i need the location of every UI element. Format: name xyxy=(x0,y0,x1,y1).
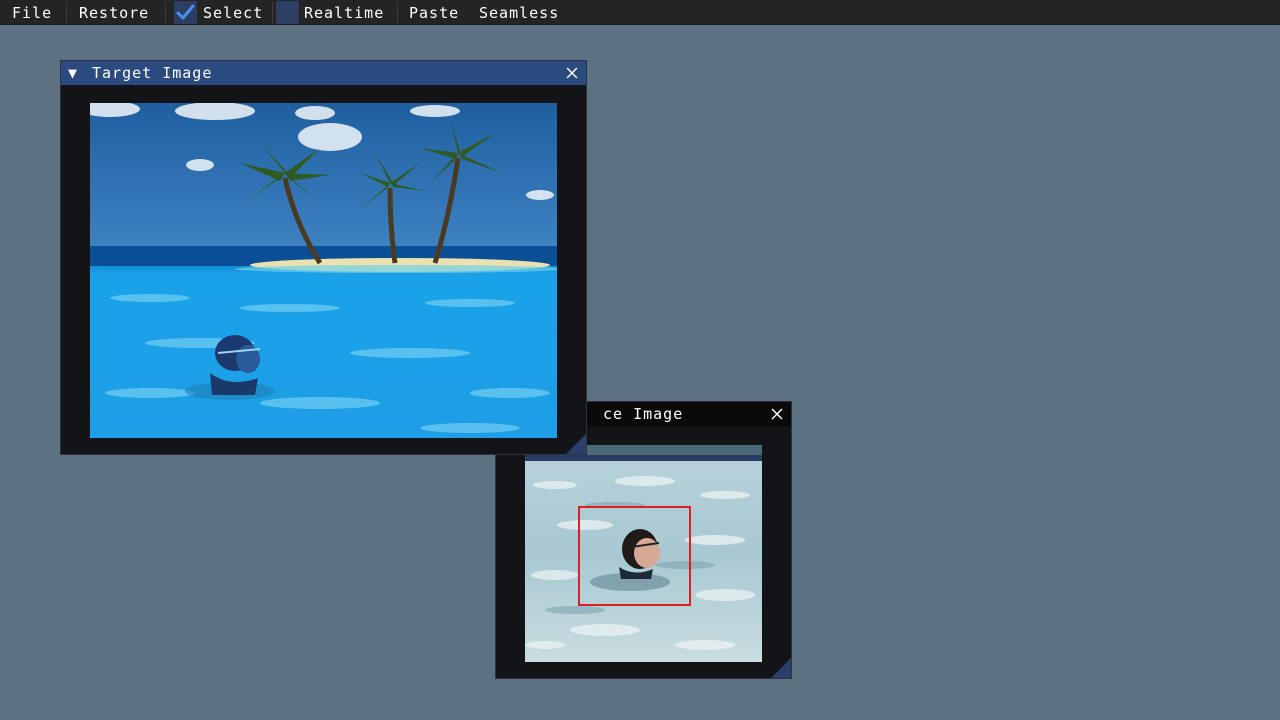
realtime-label[interactable]: Realtime xyxy=(304,0,384,25)
close-icon[interactable] xyxy=(564,65,580,81)
select-checkbox[interactable] xyxy=(174,1,197,24)
menu-separator xyxy=(272,2,273,23)
source-window-title: ce Image xyxy=(603,405,684,423)
menu-seamless[interactable]: Seamless xyxy=(479,0,559,25)
target-window-titlebar[interactable]: ▼ Target Image xyxy=(61,61,586,85)
select-label[interactable]: Select xyxy=(203,0,263,25)
menu-file[interactable]: File xyxy=(12,0,52,25)
menu-separator xyxy=(66,2,67,23)
target-window-title: Target Image xyxy=(92,64,213,82)
source-image[interactable] xyxy=(525,445,762,662)
close-icon[interactable] xyxy=(769,406,785,422)
menu-restore[interactable]: Restore xyxy=(79,0,149,25)
checkmark-icon xyxy=(176,4,195,20)
resize-grip[interactable] xyxy=(566,434,586,454)
resize-grip[interactable] xyxy=(771,658,791,678)
target-image-window: ▼ Target Image xyxy=(60,60,587,455)
menu-separator xyxy=(165,2,166,23)
tropical-island-photo xyxy=(90,103,557,438)
realtime-checkbox[interactable] xyxy=(276,1,299,24)
collapse-arrow-icon[interactable]: ▼ xyxy=(68,61,78,86)
target-image[interactable] xyxy=(90,103,557,438)
swimmer-pool-photo xyxy=(525,445,762,662)
menu-paste[interactable]: Paste xyxy=(409,0,459,25)
menu-separator xyxy=(397,2,398,23)
menu-bar: File Restore Select Realtime Paste Seaml… xyxy=(0,0,1280,25)
